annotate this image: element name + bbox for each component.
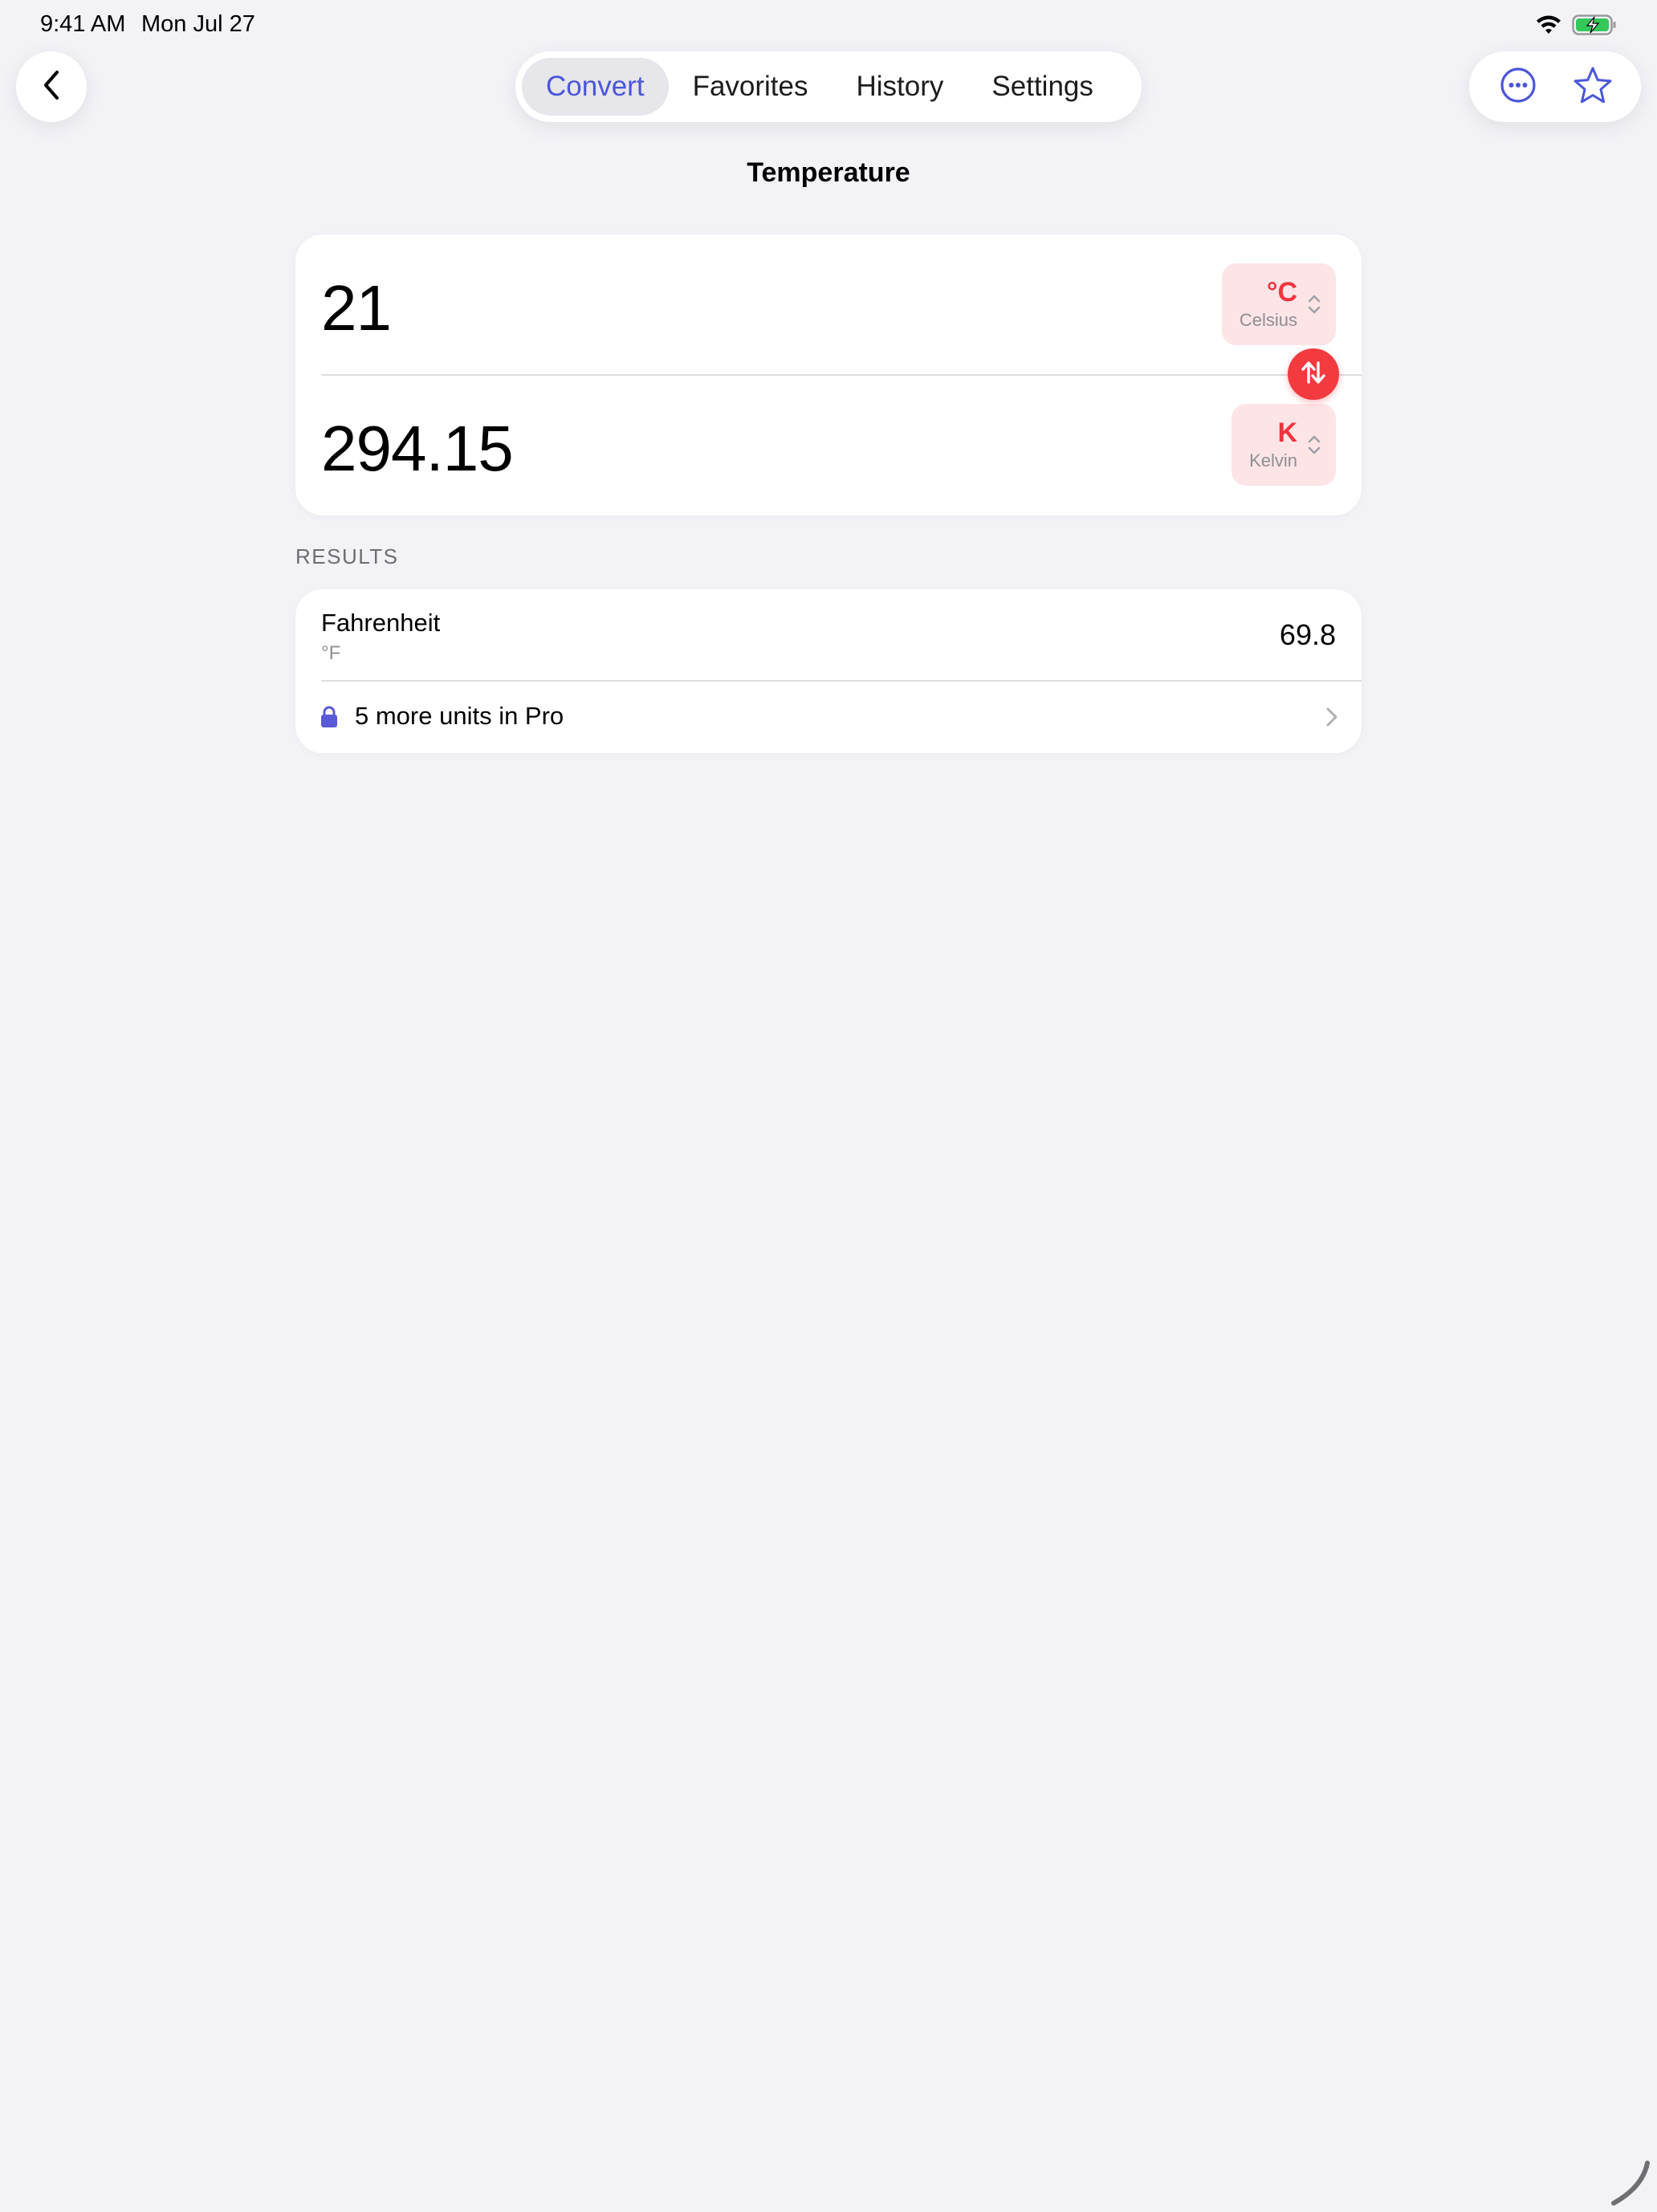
swap-units-button[interactable] — [1288, 348, 1339, 400]
chevron-right-icon — [1325, 705, 1339, 729]
output-unit-symbol: K — [1277, 418, 1297, 448]
tab-history[interactable]: History — [833, 58, 968, 116]
back-button[interactable] — [16, 51, 87, 122]
tab-bar: Convert Favorites History Settings — [515, 51, 1142, 122]
output-value[interactable]: 294.15 — [321, 412, 514, 486]
result-unit-name: Fahrenheit — [321, 609, 441, 637]
chevron-up-down-icon — [1305, 433, 1323, 457]
results-header: RESULTS — [295, 544, 399, 568]
result-value: 69.8 — [1279, 618, 1336, 651]
status-bar: 9:41 AM Mon Jul 27 — [0, 0, 1657, 51]
input-row: 21 °C Celsius — [295, 234, 1362, 376]
status-icons — [1535, 14, 1617, 39]
tab-convert[interactable]: Convert — [522, 58, 669, 116]
arrow-up-down-icon — [1299, 358, 1328, 391]
tab-settings[interactable]: Settings — [967, 58, 1117, 116]
status-time: 9:41 AM — [40, 11, 126, 37]
wifi-icon — [1535, 14, 1562, 39]
input-unit-symbol: °C — [1266, 277, 1297, 308]
chevron-left-icon — [39, 69, 63, 105]
home-indicator — [1606, 2160, 1654, 2208]
result-unit-symbol: °F — [321, 642, 341, 664]
tab-favorites[interactable]: Favorites — [669, 58, 833, 116]
ellipsis-circle-icon — [1500, 67, 1537, 108]
output-unit-name: Kelvin — [1249, 450, 1297, 471]
page-title: Temperature — [747, 157, 910, 188]
lock-icon — [320, 705, 339, 729]
result-row-fahrenheit[interactable]: Fahrenheit °F 69.8 — [295, 589, 1362, 682]
converter-card: 21 °C Celsius 294.15 K Kelvin — [295, 234, 1362, 515]
battery-charging-icon — [1572, 14, 1617, 39]
status-date: Mon Jul 27 — [141, 11, 255, 37]
output-unit-picker[interactable]: K Kelvin — [1232, 404, 1336, 486]
toolbar-actions — [1469, 51, 1641, 122]
chevron-up-down-icon — [1305, 292, 1323, 316]
input-unit-picker[interactable]: °C Celsius — [1221, 263, 1336, 345]
more-button[interactable] — [1490, 59, 1546, 115]
input-unit-name: Celsius — [1239, 310, 1297, 330]
star-icon — [1573, 66, 1613, 108]
input-value[interactable]: 21 — [321, 271, 392, 345]
favorite-button[interactable] — [1565, 59, 1621, 115]
pro-upsell-label: 5 more units in Pro — [355, 702, 564, 730]
pro-upsell-row[interactable]: 5 more units in Pro — [295, 681, 1362, 753]
results-card: Fahrenheit °F 69.8 5 more units in Pro — [295, 589, 1362, 753]
output-row: 294.15 K Kelvin — [295, 375, 1362, 515]
